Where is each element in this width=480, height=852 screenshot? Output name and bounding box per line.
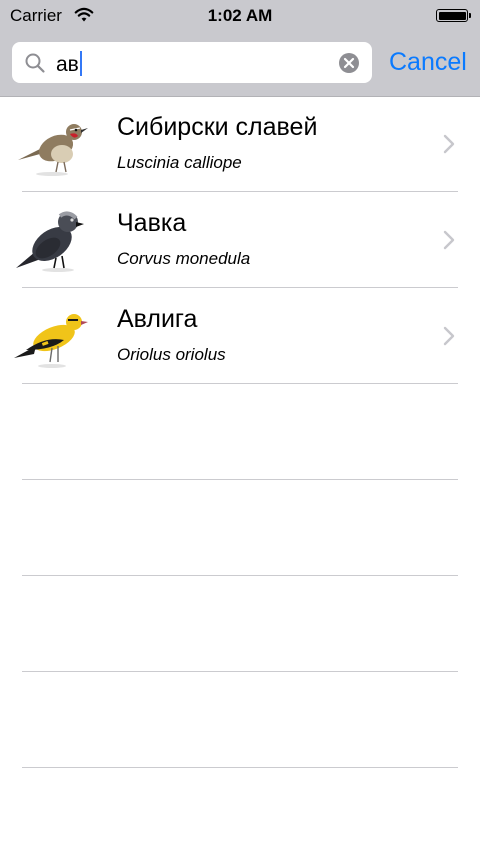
list-item[interactable]: Чавка Corvus monedula [0,192,480,288]
text-caret [79,51,82,76]
bird-name: Авлига [117,305,198,333]
search-icon [25,53,45,73]
chevron-right-icon [443,134,455,154]
search-input[interactable]: ав [56,53,79,76]
siberian-rubythroat-bird-image [18,124,88,176]
clock: 1:02 AM [207,6,273,25]
clear-icon[interactable] [338,52,360,74]
chevron-right-icon [443,230,455,250]
golden-oriole-bird-image [14,314,88,368]
search-header: Carrier 1:02 AM ав Cancel [0,0,480,97]
chevron-right-icon [443,326,455,346]
cancel-button[interactable]: Cancel [389,48,467,77]
row-separator [22,383,458,384]
scientific-name: Corvus monedula [117,249,251,268]
row-separator [22,671,458,672]
row-separator [22,479,458,480]
list-item[interactable]: Сибирски славей Luscinia calliope [0,96,480,192]
bird-name: Чавка [117,209,187,237]
row-separator [22,575,458,576]
jackdaw-bird-image [16,211,84,272]
row-separator [22,767,458,768]
scientific-name: Luscinia calliope [117,153,242,172]
battery-icon [436,9,471,22]
bird-name: Сибирски славей [117,113,318,141]
list-item[interactable]: Авлига Oriolus oriolus [0,288,480,384]
status-bar: Carrier 1:02 AM [0,0,480,32]
search-field[interactable]: ав [12,42,372,83]
scientific-name: Oriolus oriolus [117,345,226,364]
